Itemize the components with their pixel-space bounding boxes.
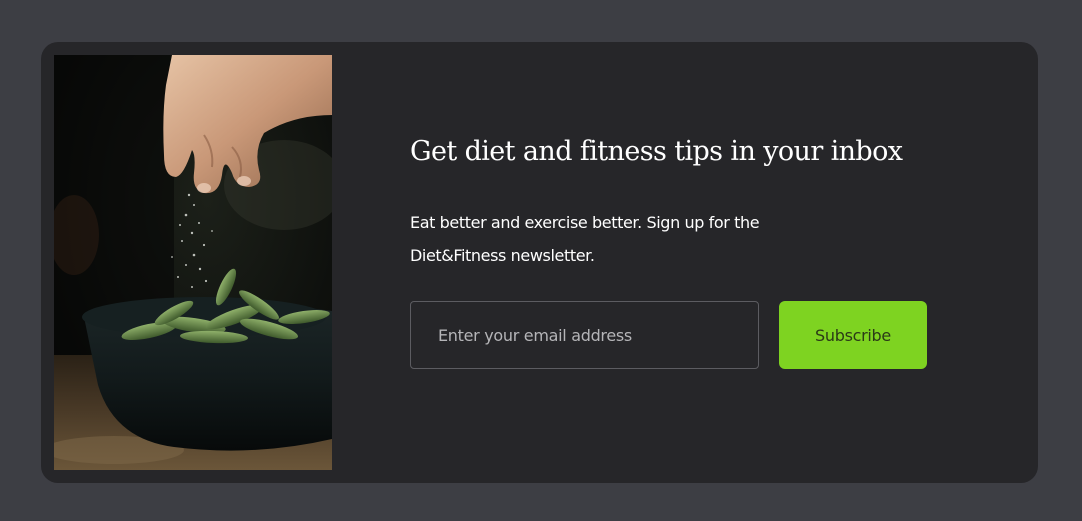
newsletter-description: Eat better and exercise better. Sign up …	[410, 213, 760, 265]
newsletter-content: Get diet and fitness tips in your inbox …	[410, 42, 1010, 483]
subscribe-button[interactable]: Subscribe	[779, 301, 927, 369]
email-input[interactable]	[410, 301, 759, 369]
newsletter-card: Get diet and fitness tips in your inbox …	[41, 42, 1038, 483]
newsletter-headline: Get diet and fitness tips in your inbox	[410, 136, 903, 167]
food-photo	[54, 55, 332, 470]
